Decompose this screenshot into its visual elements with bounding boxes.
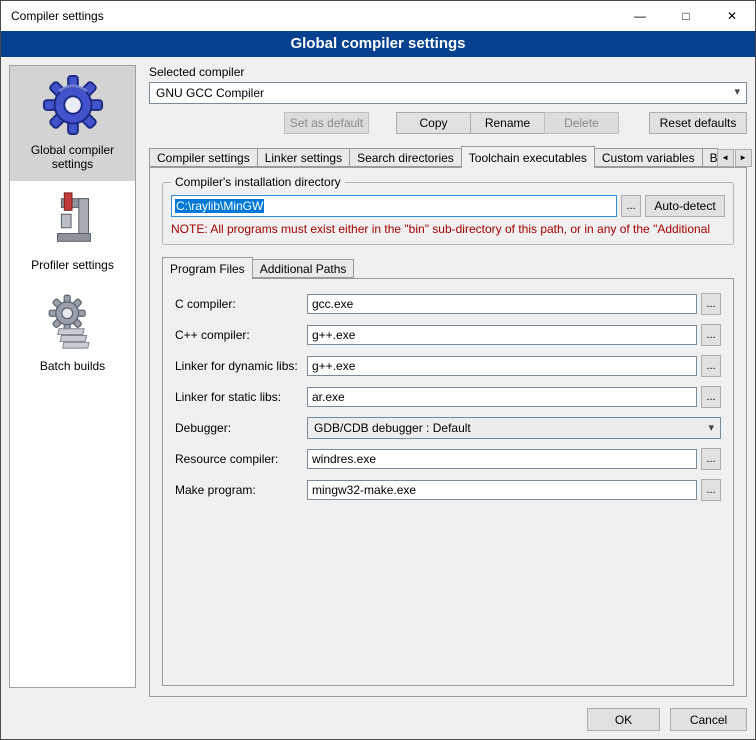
sidebar-item-label: Batch builds: [40, 359, 105, 373]
linker-dynamic-input[interactable]: [307, 356, 697, 376]
selected-compiler-dropdown[interactable]: GNU GCC Compiler ▾: [149, 82, 747, 104]
form-row-linker-dynamic: Linker for dynamic libs: ...: [175, 355, 721, 377]
tab-scroll-right-icon[interactable]: ►: [735, 149, 752, 167]
minimize-icon[interactable]: —: [617, 1, 663, 31]
set-as-default-button: Set as default: [284, 112, 369, 134]
tab-linker-settings[interactable]: Linker settings: [257, 148, 350, 167]
installation-directory-group-title: Compiler's installation directory: [171, 175, 345, 189]
installation-directory-row: C:\raylib\MinGW ... Auto-detect: [171, 195, 725, 217]
debugger-value: GDB/CDB debugger : Default: [314, 421, 471, 435]
dialog-footer: OK Cancel: [587, 708, 747, 731]
compiler-settings-dialog: Compiler settings — □ ✕ Global compiler …: [0, 0, 756, 740]
chevron-down-icon: ▾: [708, 421, 714, 434]
make-program-label: Make program:: [175, 483, 307, 497]
form-row-resource-compiler: Resource compiler: ...: [175, 448, 721, 470]
install-dir-input[interactable]: C:\raylib\MinGW: [171, 195, 617, 217]
maximize-icon[interactable]: □: [663, 1, 709, 31]
bin-subdirectory-note: NOTE: All programs must exist either in …: [171, 222, 725, 236]
window-title: Compiler settings: [1, 9, 617, 23]
cancel-button[interactable]: Cancel: [670, 708, 747, 731]
dialog-body: Global compiler settings Profiler settin…: [1, 57, 755, 739]
tab-search-directories[interactable]: Search directories: [349, 148, 462, 167]
cpp-compiler-label: C++ compiler:: [175, 328, 307, 342]
resource-compiler-label: Resource compiler:: [175, 452, 307, 466]
linker-static-input[interactable]: [307, 387, 697, 407]
page-title: Global compiler settings: [1, 31, 755, 57]
make-program-browse-button[interactable]: ...: [701, 479, 721, 501]
tab-program-files[interactable]: Program Files: [162, 257, 253, 279]
debugger-select[interactable]: GDB/CDB debugger : Default ▾: [307, 417, 721, 439]
make-program-input[interactable]: [307, 480, 697, 500]
program-files-tabstrip: Program Files Additional Paths: [162, 257, 736, 278]
linker-dynamic-browse-button[interactable]: ...: [701, 355, 721, 377]
tab-compiler-settings[interactable]: Compiler settings: [149, 148, 258, 167]
sidebar-item-label: Profiler settings: [31, 258, 114, 272]
c-compiler-browse-button[interactable]: ...: [701, 293, 721, 315]
ok-button[interactable]: OK: [587, 708, 660, 731]
resource-compiler-browse-button[interactable]: ...: [701, 448, 721, 470]
linker-static-browse-button[interactable]: ...: [701, 386, 721, 408]
resource-compiler-input[interactable]: [307, 449, 697, 469]
linker-dynamic-label: Linker for dynamic libs:: [175, 359, 307, 373]
profiler-icon: [12, 189, 133, 254]
form-row-cpp-compiler: C++ compiler: ...: [175, 324, 721, 346]
form-row-linker-static: Linker for static libs: ...: [175, 386, 721, 408]
sidebar-item-batch-builds[interactable]: Batch builds: [10, 282, 135, 383]
main-area: Selected compiler GNU GCC Compiler ▾ Set…: [149, 65, 747, 697]
sidebar-item-profiler-settings[interactable]: Profiler settings: [10, 181, 135, 282]
c-compiler-label: C compiler:: [175, 297, 307, 311]
form-row-make-program: Make program: ...: [175, 479, 721, 501]
copy-button[interactable]: Copy: [396, 112, 471, 134]
toolchain-executables-panel: Compiler's installation directory C:\ray…: [149, 167, 747, 697]
selected-compiler-label: Selected compiler: [149, 65, 747, 79]
compiler-actions: Set as default Copy Rename Delete Reset …: [149, 112, 747, 134]
install-dir-browse-button[interactable]: ...: [621, 195, 641, 217]
tab-scroll-left-icon[interactable]: ◄: [717, 149, 734, 167]
selected-compiler-value: GNU GCC Compiler: [156, 86, 264, 100]
chevron-down-icon: ▾: [734, 85, 740, 98]
tab-custom-variables[interactable]: Custom variables: [594, 148, 703, 167]
tab-additional-paths[interactable]: Additional Paths: [252, 259, 355, 278]
reset-defaults-button[interactable]: Reset defaults: [649, 112, 747, 134]
settings-category-list: Global compiler settings Profiler settin…: [9, 65, 136, 688]
c-compiler-input[interactable]: [307, 294, 697, 314]
titlebar[interactable]: Compiler settings — □ ✕: [1, 1, 755, 31]
tab-toolchain-executables[interactable]: Toolchain executables: [461, 146, 595, 168]
program-files-panel: C compiler: ... C++ compiler: ... Linker…: [162, 278, 734, 686]
installation-directory-group: Compiler's installation directory C:\ray…: [162, 182, 734, 245]
cpp-compiler-browse-button[interactable]: ...: [701, 324, 721, 346]
sidebar-item-global-compiler-settings[interactable]: Global compiler settings: [10, 66, 135, 181]
tab-scroll-buttons: ◄ ►: [717, 149, 752, 167]
form-row-debugger: Debugger: GDB/CDB debugger : Default ▾: [175, 417, 721, 439]
batch-builds-icon: [12, 290, 133, 355]
sidebar-item-label: Global compiler settings: [31, 143, 114, 171]
close-icon[interactable]: ✕: [709, 1, 755, 31]
tab-build-options-clipped[interactable]: Buil: [702, 148, 718, 167]
settings-tabstrip: Compiler settings Linker settings Search…: [149, 146, 747, 167]
linker-static-label: Linker for static libs:: [175, 390, 307, 404]
cpp-compiler-input[interactable]: [307, 325, 697, 345]
gear-icon: [12, 74, 133, 139]
form-row-c-compiler: C compiler: ...: [175, 293, 721, 315]
install-dir-value: C:\raylib\MinGW: [175, 199, 264, 213]
rename-button[interactable]: Rename: [470, 112, 545, 134]
auto-detect-button[interactable]: Auto-detect: [645, 195, 725, 217]
debugger-label: Debugger:: [175, 421, 307, 435]
delete-button: Delete: [544, 112, 619, 134]
